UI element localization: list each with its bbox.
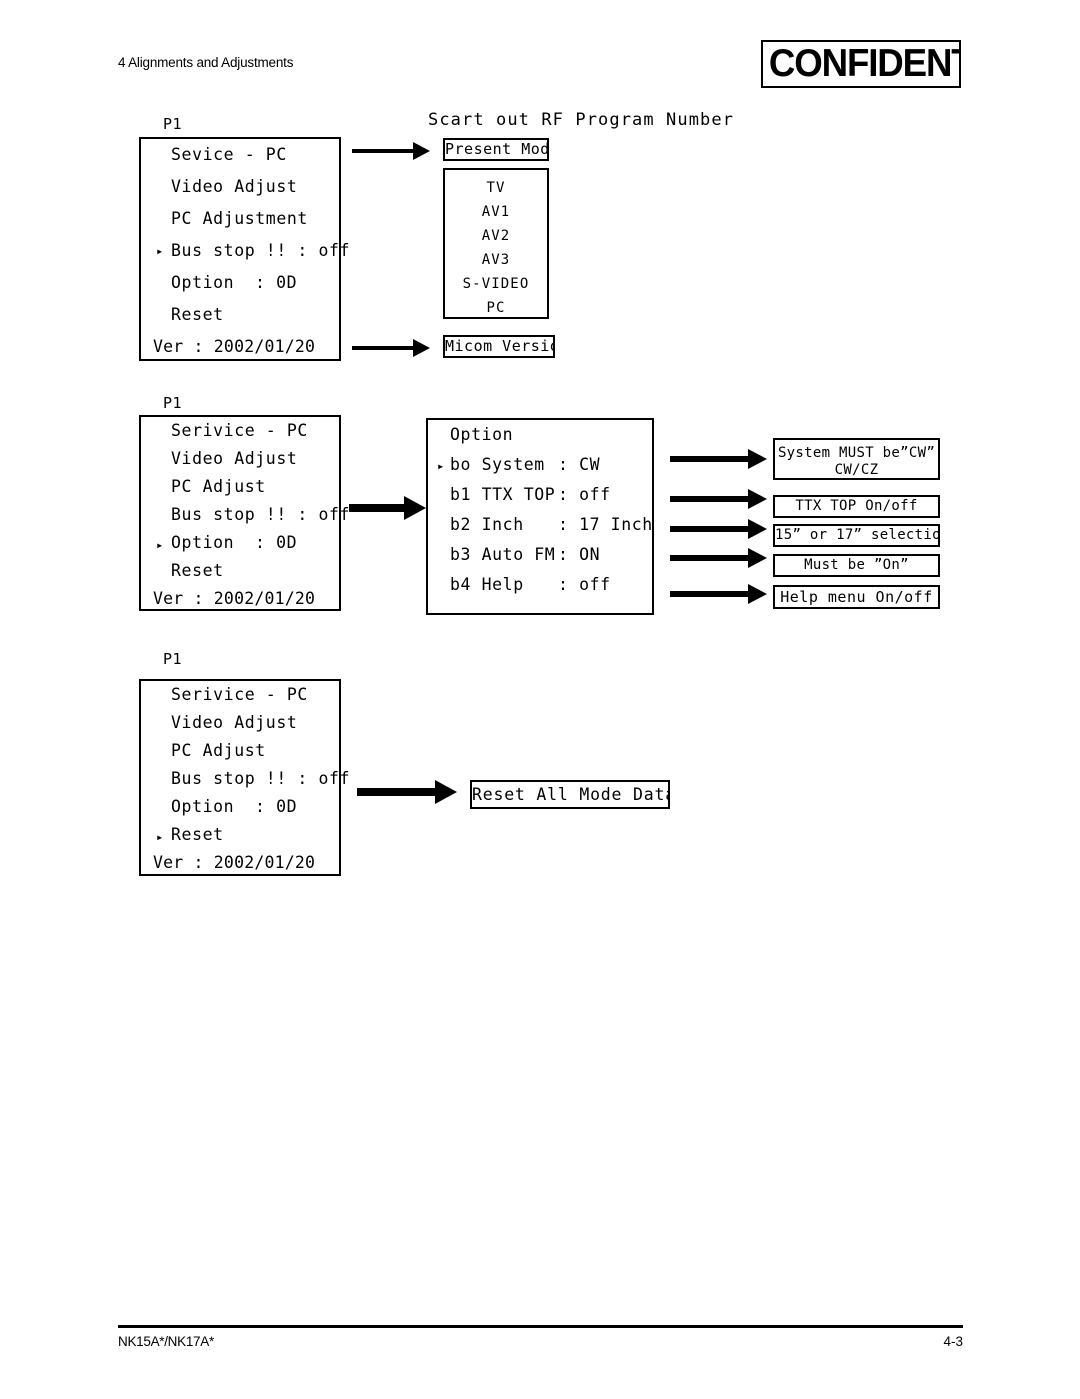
menu-row-label: Bus stop !! : off — [171, 505, 351, 524]
option-row-label: b4 Help — [450, 575, 524, 594]
section1-title: Scart out RF Program Number — [428, 110, 735, 130]
option-row[interactable]: b1 TTX TOP : off — [428, 480, 652, 510]
annotation-line-2: CW/CZ — [834, 462, 879, 478]
mode-item: AV3 — [481, 252, 511, 268]
menu-row-label: Reset — [171, 561, 224, 580]
footer-model: NK15A*/NK17A* — [118, 1334, 214, 1349]
menu-version-row: Ver : 2002/01/20 — [153, 589, 316, 608]
menu-row[interactable]: Option : 0D — [141, 793, 339, 821]
section2-page-label: P1 — [163, 394, 183, 412]
menu-row-value: : 0D — [255, 533, 298, 552]
option-row-value: : ON — [558, 545, 601, 564]
annotation-inch: 15” or 17” selection — [773, 524, 940, 547]
service-menu-panel-1[interactable]: Sevice - PC Video Adjust PC Adjustment ▸… — [139, 137, 349, 361]
menu-row-label: Serivice - PC — [171, 685, 308, 704]
menu-row-label: Option — [171, 533, 235, 552]
menu-row-label: Bus stop !! : off — [171, 241, 351, 260]
document-section-title: 4 Alignments and Adjustments — [118, 55, 294, 70]
option-submenu-panel[interactable]: Option ▸ bo System : CW b1 TTX TOP : off… — [426, 418, 654, 615]
option-row[interactable]: b3 Auto FM : ON — [428, 540, 652, 570]
option-row-selected[interactable]: ▸ bo System : CW — [428, 450, 652, 480]
section3-page-label: P1 — [163, 650, 183, 668]
menu-row-label: Bus stop !! : off — [171, 769, 351, 788]
option-row[interactable]: b2 Inch : 17 Inch — [428, 510, 652, 540]
service-menu-panel-3[interactable]: Serivice - PC Video Adjust PC Adjust Bus… — [139, 679, 349, 876]
present-mode-list: TV AV1 AV2 AV3 S-VIDEO PC — [443, 168, 549, 319]
menu-row-label: Sevice - PC — [171, 145, 287, 164]
menu-row-selected[interactable]: ▸ Bus stop !! : off — [141, 235, 349, 267]
confidential-stamp-text: CONFIDENTIAL — [768, 42, 959, 85]
menu-row-label: Video Adjust — [171, 713, 298, 732]
menu-row[interactable]: PC Adjust — [141, 737, 339, 765]
menu-row-value: : 0D — [255, 797, 298, 816]
annotation-system: System MUST be”CW” CW/CZ — [773, 438, 940, 480]
option-row-value: : off — [558, 485, 611, 504]
menu-row[interactable]: PC Adjustment — [141, 203, 339, 235]
menu-row-value: : 0D — [255, 273, 298, 292]
menu-version-row: Ver : 2002/01/20 — [153, 337, 316, 356]
menu-row-label: PC Adjustment — [171, 209, 308, 228]
annotation-line-1: System MUST be”CW” — [777, 445, 936, 461]
menu-row-label: Reset — [171, 305, 224, 324]
option-row-value: : 17 Inch — [558, 515, 653, 534]
cursor-icon: ▸ — [156, 244, 164, 258]
micom-version-callout: Micom Version — [443, 335, 555, 358]
mode-item: AV2 — [481, 228, 511, 244]
menu-row[interactable]: Bus stop !! : off — [141, 765, 349, 793]
service-menu-panel-2[interactable]: Serivice - PC Video Adjust PC Adjust Bus… — [139, 415, 349, 611]
menu-row-label: Reset — [171, 825, 224, 844]
menu-row-selected[interactable]: ▸ Option : 0D — [141, 529, 339, 557]
menu-row-label: Video Adjust — [171, 177, 298, 196]
menu-row[interactable]: Video Adjust — [141, 445, 339, 473]
menu-row[interactable]: Option : 0D — [141, 267, 339, 299]
option-row-value: : off — [558, 575, 611, 594]
menu-row[interactable]: Serivice - PC — [141, 417, 339, 445]
menu-row[interactable]: Serivice - PC — [141, 681, 339, 709]
section1-page-label: P1 — [163, 115, 183, 133]
option-panel-title: Option — [450, 425, 514, 444]
menu-row[interactable]: PC Adjust — [141, 473, 339, 501]
footer-page-number: 4-3 — [943, 1334, 963, 1349]
option-row-label: b2 Inch — [450, 515, 524, 534]
menu-row[interactable]: Bus stop !! : off — [141, 501, 349, 529]
option-row-label: b3 Auto FM — [450, 545, 556, 564]
menu-row-selected[interactable]: ▸ Reset — [141, 821, 339, 849]
menu-row[interactable]: Video Adjust — [141, 171, 339, 203]
menu-row[interactable]: Sevice - PC — [141, 139, 339, 171]
annotation-auto-fm: Must be ”On” — [773, 554, 940, 577]
footer-divider — [118, 1325, 963, 1328]
present-mode-callout: Present Mode — [443, 138, 549, 161]
option-row[interactable]: b4 Help : off — [428, 570, 652, 600]
menu-row-label: Serivice - PC — [171, 421, 308, 440]
option-row-value: : CW — [558, 455, 601, 474]
annotation-ttx-top: TTX TOP On/off — [773, 495, 940, 518]
option-row-label: bo System — [450, 455, 545, 474]
menu-row-label: Option — [171, 273, 235, 292]
option-row-label: b1 TTX TOP — [450, 485, 556, 504]
menu-row-label: PC Adjust — [171, 477, 266, 496]
menu-version-row: Ver : 2002/01/20 — [153, 853, 316, 872]
confidential-stamp: CONFIDENTIAL — [761, 40, 961, 88]
mode-item: TV — [486, 180, 506, 196]
annotation-help: Help menu On/off — [773, 585, 940, 609]
menu-row[interactable]: Video Adjust — [141, 709, 339, 737]
mode-item: AV1 — [481, 204, 511, 220]
mode-item: PC — [486, 300, 506, 316]
menu-row-label: Video Adjust — [171, 449, 298, 468]
menu-row[interactable]: Reset — [141, 557, 339, 585]
menu-row[interactable]: Reset — [141, 299, 339, 331]
mode-item: S-VIDEO — [462, 276, 530, 292]
menu-row-label: PC Adjust — [171, 741, 266, 760]
cursor-icon: ▸ — [437, 459, 445, 473]
menu-row-label: Option — [171, 797, 235, 816]
reset-all-mode-data-callout: Reset All Mode Data — [470, 780, 670, 809]
